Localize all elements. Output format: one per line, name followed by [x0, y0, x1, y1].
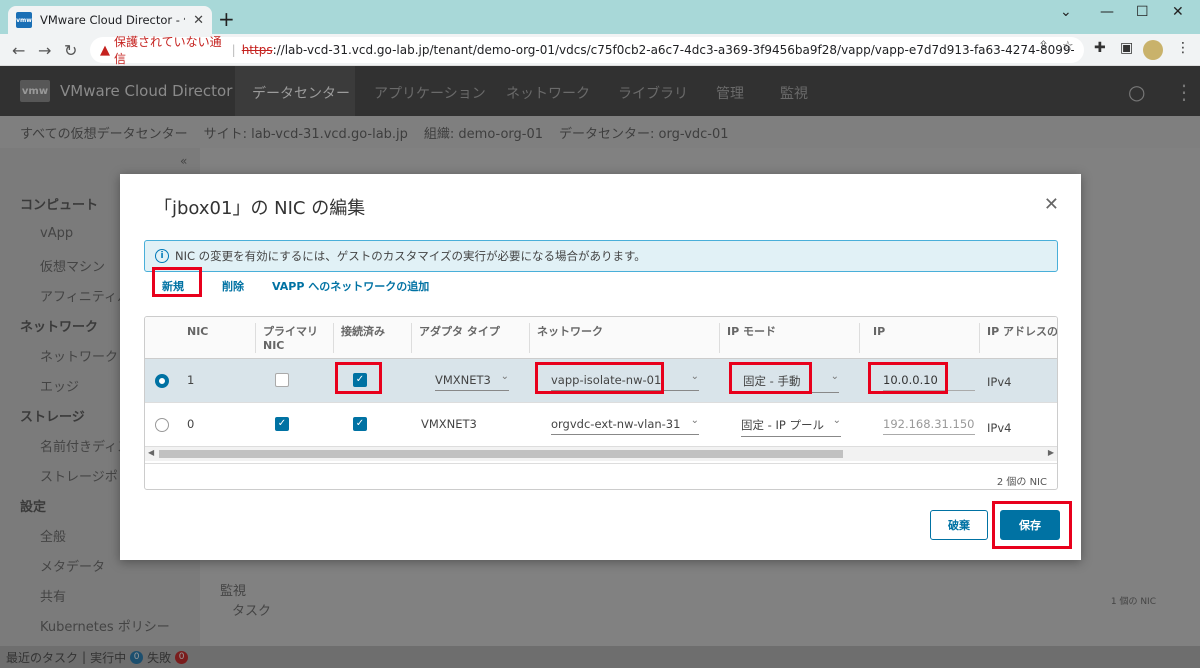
- star-icon[interactable]: ☆: [1062, 39, 1074, 54]
- share-icon[interactable]: ⇪: [1038, 39, 1049, 54]
- nic-table: NIC プライマリ NIC 接続済み アダプタ タイプ ネットワーク IP モー…: [144, 316, 1058, 490]
- table-row[interactable]: 0 ✓ ✓ VMXNET3 orgvdc-ext-nw-vlan-31 ⌄ 固定 …: [145, 403, 1057, 447]
- chevron-down-icon: ⌄: [690, 415, 699, 426]
- discard-button[interactable]: 破棄: [930, 510, 988, 540]
- warning-icon: ▲: [100, 42, 110, 58]
- reload-icon[interactable]: ↻: [64, 41, 77, 60]
- row-radio[interactable]: [155, 418, 169, 432]
- adapter-select[interactable]: VMXNET3 ⌄: [435, 371, 509, 391]
- scroll-left-icon[interactable]: ◀: [148, 448, 154, 457]
- edit-nic-dialog: 「jbox01」の NIC の編集 ✕ i NIC の変更を有効にするには、ゲス…: [120, 174, 1081, 560]
- primary-checkbox[interactable]: ✓: [275, 417, 289, 431]
- nav-datacenter[interactable]: データセンター: [252, 83, 350, 103]
- nav-applications[interactable]: アプリケーション: [374, 83, 486, 103]
- nav-admin[interactable]: 管理: [716, 83, 744, 103]
- close-icon[interactable]: ✕: [1044, 194, 1059, 215]
- url-text: ://lab-vcd-31.vcd.go-lab.jp/tenant/demo-…: [272, 43, 1074, 57]
- new-tab-icon[interactable]: +: [218, 7, 235, 31]
- chevron-down-icon: ⌄: [690, 371, 699, 382]
- maximize-icon[interactable]: ☐: [1136, 4, 1149, 20]
- nav-libraries[interactable]: ライブラリ: [618, 83, 688, 103]
- collapse-icon[interactable]: «: [180, 154, 187, 168]
- highlight-box: [335, 362, 382, 394]
- browser-tab[interactable]: vmw VMware Cloud Director - 仮想マ ✕: [8, 6, 212, 34]
- forward-icon[interactable]: →: [38, 41, 51, 60]
- chevron-down-icon: ⌄: [830, 371, 839, 382]
- sidepanel-icon[interactable]: ▣: [1120, 40, 1133, 56]
- menu-icon[interactable]: ⋮: [1176, 40, 1190, 56]
- back-icon[interactable]: ←: [12, 41, 25, 60]
- nav-monitor[interactable]: 監視: [780, 83, 808, 103]
- nav-networks[interactable]: ネットワーク: [506, 83, 590, 103]
- scrollbar-thumb[interactable]: [159, 450, 843, 458]
- chevron-down-icon: ⌄: [832, 415, 841, 426]
- highlight-box: [992, 501, 1072, 549]
- breadcrumb-back[interactable]: すべての仮想データセンター: [20, 123, 188, 142]
- highlight-box: [729, 362, 812, 394]
- info-icon: i: [155, 249, 169, 263]
- chevron-down-icon[interactable]: ⌄: [1060, 4, 1072, 20]
- delete-nic-button[interactable]: 削除: [222, 278, 244, 294]
- row-radio[interactable]: [155, 374, 169, 388]
- insecure-label: 保護されていない通信: [114, 35, 222, 66]
- network-select[interactable]: orgvdc-ext-nw-vlan-31 ⌄: [551, 415, 699, 435]
- highlight-box: [535, 362, 664, 394]
- recent-tasks-bar[interactable]: 最近のタスク | 実行中 0 失敗 0: [0, 646, 1200, 668]
- scroll-right-icon[interactable]: ▶: [1048, 448, 1054, 457]
- extensions-icon[interactable]: ✚: [1094, 40, 1106, 56]
- more-icon[interactable]: ⋮: [1174, 80, 1194, 104]
- add-vapp-network-button[interactable]: VAPP へのネットワークの追加: [272, 278, 429, 294]
- tab-title: VMware Cloud Director - 仮想マ: [40, 13, 185, 27]
- horizontal-scrollbar[interactable]: ◀ ▶: [145, 447, 1057, 461]
- vmware-logo: vmw: [20, 80, 50, 102]
- highlight-box: [868, 362, 948, 394]
- url-input[interactable]: ▲ 保護されていない通信 | https ://lab-vcd-31.vcd.g…: [90, 35, 1084, 66]
- table-header: NIC プライマリ NIC 接続済み アダプタ タイプ ネットワーク IP モー…: [145, 317, 1057, 359]
- close-window-icon[interactable]: ✕: [1172, 4, 1184, 20]
- url-scheme: https: [241, 43, 273, 57]
- address-bar: ← → ↻ ▲ 保護されていない通信 | https ://lab-vcd-31…: [0, 34, 1200, 66]
- profile-avatar[interactable]: [1143, 40, 1163, 60]
- connected-checkbox[interactable]: ✓: [353, 417, 367, 431]
- breadcrumb: すべての仮想データセンター サイト: lab-vcd-31.vcd.go-lab…: [0, 116, 1200, 148]
- close-tab-icon[interactable]: ✕: [193, 13, 204, 28]
- dialog-title: 「jbox01」の NIC の編集: [154, 198, 366, 219]
- primary-checkbox[interactable]: [275, 373, 289, 387]
- ipmode-select[interactable]: 固定 - IP プール ⌄: [741, 415, 841, 437]
- app-brand: VMware Cloud Director: [60, 82, 233, 100]
- info-alert: i NIC の変更を有効にするには、ゲストのカスタマイズの実行が必要になる場合が…: [144, 240, 1058, 272]
- chevron-down-icon: ⌄: [500, 371, 509, 382]
- browser-titlebar: vmw VMware Cloud Director - 仮想マ ✕ + ⌄ — …: [0, 0, 1200, 34]
- table-footer: 2 個の NIC: [145, 463, 1057, 489]
- vmware-favicon-icon: vmw: [16, 12, 32, 28]
- ip-input[interactable]: 192.168.31.150: [883, 417, 975, 435]
- highlight-box: [152, 267, 202, 297]
- search-icon[interactable]: ○: [1128, 80, 1145, 104]
- minimize-icon[interactable]: —: [1100, 4, 1114, 20]
